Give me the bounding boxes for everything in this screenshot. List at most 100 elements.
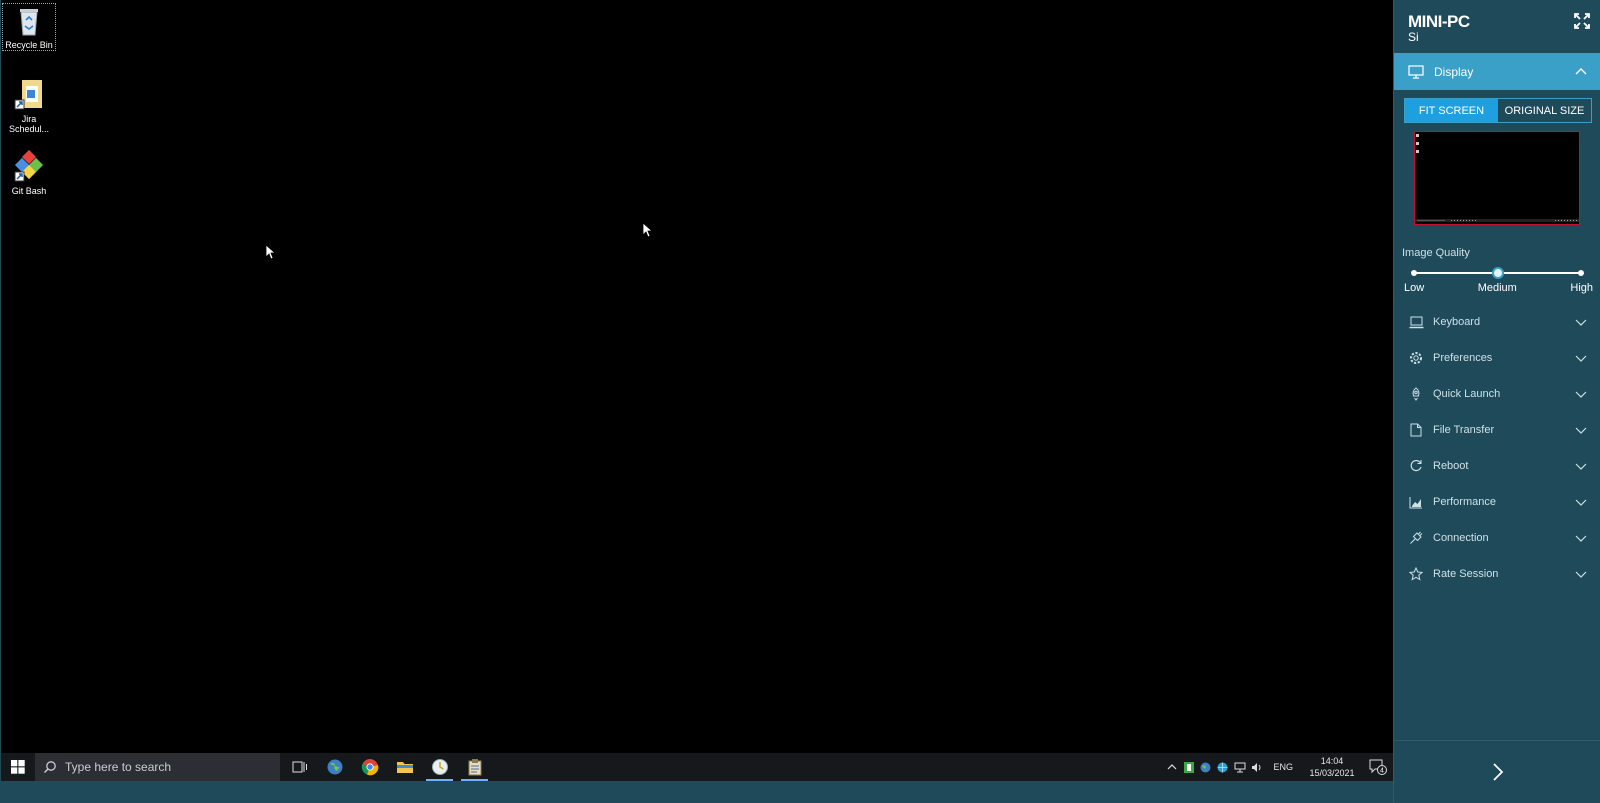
clipboard-icon [468, 759, 481, 776]
taskbar-app-file-explorer[interactable] [387, 753, 422, 781]
system-tray: ENG 14:04 15/03/2021 4 [1163, 753, 1393, 781]
menu-item-file-transfer[interactable]: File Transfer [1394, 412, 1600, 448]
menu-item-reboot[interactable]: Reboot [1394, 448, 1600, 484]
menu-item-quick-launch[interactable]: Quick Launch [1394, 376, 1600, 412]
git-bash-icon [14, 150, 44, 182]
menu-item-rate-session[interactable]: Rate Session [1394, 556, 1600, 592]
notification-count: 4 [1380, 768, 1384, 775]
desktop-icon-jira-scheduler[interactable]: Jira Schedul... [3, 78, 55, 134]
taskbar-app-browser[interactable] [317, 753, 352, 781]
screen-preview-thumbnail[interactable] [1414, 131, 1580, 225]
jira-scheduler-icon [14, 80, 42, 110]
collapse-panel-button[interactable] [1394, 740, 1600, 803]
tray-volume[interactable] [1248, 759, 1265, 775]
slider-labels: Low Medium High [1404, 282, 1593, 294]
chevron-down-icon [1575, 427, 1587, 434]
display-section-label: Display [1434, 64, 1474, 79]
chevron-down-icon [1575, 355, 1587, 362]
chevron-down-icon [1575, 499, 1587, 506]
preview-miniature-icon [1415, 134, 1579, 222]
laptop-icon [1409, 316, 1423, 328]
panel-header: MINI-PC Si [1394, 0, 1600, 53]
globe-icon [1200, 762, 1211, 772]
network-globe-icon [1217, 762, 1228, 772]
windows-logo-icon [11, 760, 25, 774]
tray-date: 15/03/2021 [1309, 768, 1355, 778]
search-placeholder: Type here to search [65, 760, 172, 774]
quality-high-label: High [1570, 282, 1593, 294]
tray-time: 14:04 [1320, 756, 1344, 766]
chevron-right-icon [1492, 763, 1503, 781]
input-language[interactable]: ENG [1265, 762, 1301, 772]
slider-tick-low [1411, 270, 1417, 276]
chevron-down-icon [1575, 535, 1587, 542]
menu-item-connection[interactable]: Connection [1394, 520, 1600, 556]
menu-item-preferences[interactable]: Preferences [1394, 340, 1600, 376]
search-icon [44, 761, 56, 773]
tray-app-network-globe[interactable] [1214, 759, 1231, 775]
rocket-icon [1412, 387, 1420, 401]
quality-low-label: Low [1404, 282, 1425, 294]
taskbar-app-clock[interactable] [422, 753, 457, 781]
globe-icon [327, 759, 342, 775]
network-icon [1234, 762, 1246, 772]
chevron-down-icon [1575, 391, 1587, 398]
desktop-icon-recycle-bin[interactable]: Recycle Bin [2, 3, 56, 51]
fit-screen-button[interactable]: FIT SCREEN [1405, 99, 1498, 122]
chevron-down-icon [1575, 571, 1587, 578]
file-icon [1410, 423, 1422, 437]
chrome-icon [361, 759, 378, 776]
reboot-icon [1410, 459, 1422, 472]
remote-desktop-view[interactable]: Recycle Bin Jira Schedul... Git Bash Typ… [1, 0, 1393, 781]
chevron-down-icon [1575, 463, 1587, 470]
speaker-icon [1251, 762, 1261, 772]
tray-app-globe[interactable] [1197, 759, 1214, 775]
menu-item-label: Connection [1433, 532, 1489, 544]
taskbar-app-chrome[interactable] [352, 753, 387, 781]
tray-network[interactable] [1231, 759, 1248, 775]
device-name: MINI-PC [1408, 12, 1470, 31]
menu-item-label: Keyboard [1433, 316, 1481, 328]
panel-menu: Keyboard Preferences Quick Launch File T… [1394, 304, 1600, 592]
menu-item-performance[interactable]: Performance [1394, 484, 1600, 520]
action-center-button[interactable]: 4 [1363, 759, 1393, 775]
chevron-down-icon [1575, 319, 1587, 326]
quality-medium-label: Medium [1477, 282, 1517, 294]
desktop-icon-git-bash[interactable]: Git Bash [3, 150, 55, 196]
taskbar-search-box[interactable]: Type here to search [35, 753, 280, 781]
tray-clock[interactable]: 14:04 15/03/2021 [1301, 755, 1363, 779]
chart-icon [1409, 496, 1422, 508]
device-subtitle: Si [1408, 30, 1419, 44]
star-icon [1409, 567, 1423, 581]
remote-session-panel: MINI-PC Si Display FIT SCREEN ORIGINAL S… [1393, 0, 1600, 803]
tray-app-green[interactable] [1180, 759, 1197, 775]
fullscreen-icon[interactable] [1573, 12, 1591, 30]
menu-item-label: Preferences [1433, 352, 1493, 364]
taskbar: Type here to search ENG 14:04 15/03/2021… [1, 753, 1393, 781]
menu-item-label: Performance [1433, 496, 1496, 508]
tray-overflow-button[interactable] [1163, 759, 1180, 775]
menu-item-label: Quick Launch [1433, 388, 1501, 400]
desktop-icon-label: Jira Schedul... [8, 114, 50, 134]
mouse-pointer-icon [265, 244, 277, 260]
menu-item-keyboard[interactable]: Keyboard [1394, 304, 1600, 340]
task-view-icon [292, 761, 307, 773]
menu-item-label: Rate Session [1433, 568, 1499, 580]
original-size-button[interactable]: ORIGINAL SIZE [1498, 99, 1591, 122]
image-quality-label: Image Quality [1402, 247, 1470, 259]
gear-icon [1410, 352, 1422, 364]
recycle-bin-icon [20, 9, 38, 36]
display-mode-toggle: FIT SCREEN ORIGINAL SIZE [1404, 98, 1592, 123]
green-app-icon [1183, 761, 1194, 773]
desktop-icon-label: Git Bash [11, 186, 47, 196]
mouse-pointer-icon [642, 222, 654, 238]
image-quality-slider[interactable] [1411, 267, 1584, 279]
taskbar-app-notes[interactable] [457, 753, 492, 781]
start-button[interactable] [1, 753, 35, 781]
task-view-button[interactable] [282, 753, 317, 781]
desktop-icon-label: Recycle Bin [5, 40, 53, 50]
chevron-up-icon [1167, 764, 1177, 770]
slider-thumb[interactable] [1491, 267, 1504, 279]
menu-item-label: File Transfer [1433, 424, 1495, 436]
display-section-header[interactable]: Display [1394, 53, 1600, 90]
